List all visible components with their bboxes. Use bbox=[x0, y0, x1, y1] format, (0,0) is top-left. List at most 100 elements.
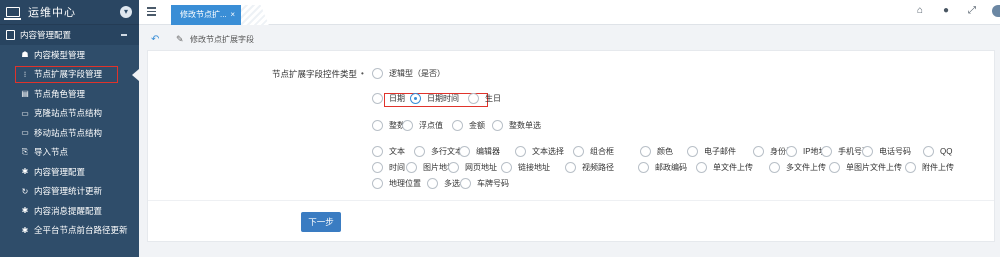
field-type-option[interactable]: 网页地址 bbox=[448, 162, 497, 173]
radio-button[interactable] bbox=[565, 162, 576, 173]
radio-button[interactable] bbox=[821, 146, 832, 157]
radio-button[interactable] bbox=[402, 120, 413, 131]
field-type-option[interactable]: 电话号码 bbox=[862, 146, 911, 157]
expand-icon[interactable]: ⤢ bbox=[966, 5, 978, 17]
field-type-option[interactable]: 地理位置 bbox=[372, 178, 421, 189]
radio-button[interactable] bbox=[372, 120, 383, 131]
radio-button[interactable] bbox=[452, 120, 463, 131]
radio-button[interactable] bbox=[829, 162, 840, 173]
field-type-option[interactable]: 邮政编码 bbox=[638, 162, 687, 173]
radio-button[interactable] bbox=[769, 162, 780, 173]
field-type-option[interactable]: 多选 bbox=[427, 178, 460, 189]
radio-button[interactable] bbox=[905, 162, 916, 173]
radio-button[interactable] bbox=[573, 146, 584, 157]
radio-button[interactable] bbox=[687, 146, 698, 157]
sidebar-group-label: 内容管理配置 bbox=[20, 30, 72, 40]
radio-button[interactable] bbox=[515, 146, 526, 157]
move-icon: ▭ bbox=[21, 128, 29, 138]
radio-button[interactable] bbox=[492, 120, 503, 131]
minus-icon bbox=[121, 34, 127, 36]
field-type-option[interactable]: 单文件上传 bbox=[696, 162, 753, 173]
refresh-icon: ↻ bbox=[21, 186, 29, 196]
sidebar-item[interactable]: ↻ 内容管理统计更新 bbox=[0, 182, 139, 202]
radio-button[interactable] bbox=[468, 93, 479, 104]
radio-button[interactable] bbox=[786, 146, 797, 157]
option-label: 生日 bbox=[485, 94, 501, 103]
option-label: 网页地址 bbox=[465, 163, 497, 172]
sidebar-item-label: 克隆站点节点结构 bbox=[34, 108, 103, 119]
collapse-toggle-icon[interactable]: ▾ bbox=[120, 6, 132, 18]
back-arrow-icon[interactable]: ↶ bbox=[151, 34, 163, 45]
field-type-option[interactable]: 组合框 bbox=[573, 146, 614, 157]
sidebar-item[interactable]: ⁝ 节点扩展字段管理 bbox=[0, 65, 139, 85]
field-type-option[interactable]: 浮点值 bbox=[402, 120, 443, 131]
radio-button[interactable] bbox=[501, 162, 512, 173]
radio-button[interactable] bbox=[448, 162, 459, 173]
sidebar-item[interactable]: ✱ 全平台节点前台路径更新 bbox=[0, 221, 139, 241]
field-type-option[interactable]: 多行文本 bbox=[414, 146, 463, 157]
field-type-option[interactable]: 多文件上传 bbox=[769, 162, 826, 173]
radio-button[interactable] bbox=[459, 146, 470, 157]
option-label: 浮点值 bbox=[419, 121, 443, 130]
radio-button[interactable] bbox=[372, 93, 383, 104]
field-type-option[interactable]: 单图片文件上传 bbox=[829, 162, 902, 173]
option-label: 时间 bbox=[389, 163, 405, 172]
next-button[interactable]: 下一步 bbox=[301, 212, 341, 232]
radio-button[interactable] bbox=[923, 146, 934, 157]
field-type-option[interactable]: 编辑器 bbox=[459, 146, 500, 157]
user-avatar-icon[interactable] bbox=[992, 5, 1000, 17]
field-type-option[interactable]: 附件上传 bbox=[905, 162, 954, 173]
field-type-option[interactable]: 整数单选 bbox=[492, 120, 541, 131]
field-type-option[interactable]: 整数 bbox=[372, 120, 405, 131]
radio-button[interactable] bbox=[427, 178, 438, 189]
field-type-option[interactable]: 生日 bbox=[468, 93, 501, 104]
radio-button[interactable] bbox=[640, 146, 651, 157]
sidebar-item[interactable]: ▤ 节点角色管理 bbox=[0, 84, 139, 104]
radio-button[interactable] bbox=[753, 146, 764, 157]
radio-button[interactable] bbox=[406, 162, 417, 173]
radio-button[interactable] bbox=[410, 93, 421, 104]
option-label: 单图片文件上传 bbox=[846, 163, 902, 172]
field-type-option[interactable]: 视频路径 bbox=[565, 162, 614, 173]
sidebar-group-content-config[interactable]: 内容管理配置 bbox=[0, 25, 139, 45]
app-window: 运维中心 ▾ 内容管理配置 ☗ 内容模型管理 ⁝ 节点扩展字段管理 ▤ 节点角色管理 ▭ 克隆… bbox=[0, 0, 1000, 257]
sidebar-item[interactable]: ⎘ 导入节点 bbox=[0, 143, 139, 163]
radio-button[interactable] bbox=[372, 68, 383, 79]
menu-toggle-icon[interactable] bbox=[147, 7, 156, 18]
option-label: QQ bbox=[940, 147, 953, 156]
field-type-option[interactable]: 逻辑型（是否） bbox=[372, 68, 445, 79]
sidebar-item[interactable]: ☗ 内容模型管理 bbox=[0, 45, 139, 65]
tab-label: 修改节点扩... bbox=[180, 10, 227, 19]
radio-button[interactable] bbox=[372, 178, 383, 189]
option-label: 编辑器 bbox=[476, 147, 500, 156]
sidebar-item[interactable]: ✱ 内容管理配置 bbox=[0, 162, 139, 182]
field-type-option[interactable]: 电子邮件 bbox=[687, 146, 736, 157]
radio-button[interactable] bbox=[460, 178, 471, 189]
sidebar-item[interactable]: ✱ 内容消息提醒配置 bbox=[0, 201, 139, 221]
field-type-option[interactable]: QQ bbox=[923, 146, 952, 157]
field-type-option[interactable]: 车牌号码 bbox=[460, 178, 509, 189]
field-type-option[interactable]: 金额 bbox=[452, 120, 485, 131]
radio-button[interactable] bbox=[372, 162, 383, 173]
radio-button[interactable] bbox=[372, 146, 383, 157]
chat-icon[interactable]: ● bbox=[940, 5, 952, 17]
sidebar-item[interactable]: ▭ 移动站点节点结构 bbox=[0, 123, 139, 143]
field-type-option[interactable]: 文本 bbox=[372, 146, 405, 157]
field-type-option[interactable]: 文本选择 bbox=[515, 146, 564, 157]
option-label: 单文件上传 bbox=[713, 163, 753, 172]
field-type-option[interactable]: 时间 bbox=[372, 162, 405, 173]
field-type-option[interactable]: 颜色 bbox=[640, 146, 673, 157]
field-type-option[interactable]: 日期 bbox=[372, 93, 405, 104]
radio-button[interactable] bbox=[696, 162, 707, 173]
sidebar-item-label: 内容消息提醒配置 bbox=[34, 205, 103, 216]
tab-edit-node-field[interactable]: 修改节点扩... × bbox=[171, 5, 241, 25]
option-label: 整数单选 bbox=[509, 121, 541, 130]
radio-button[interactable] bbox=[862, 146, 873, 157]
tab-close-icon[interactable]: × bbox=[230, 5, 235, 25]
sidebar-item[interactable]: ▭ 克隆站点节点结构 bbox=[0, 104, 139, 124]
field-type-option[interactable]: 链接地址 bbox=[501, 162, 550, 173]
field-type-option[interactable]: 日期时间 bbox=[410, 93, 459, 104]
radio-button[interactable] bbox=[638, 162, 649, 173]
home-icon[interactable]: ⌂ bbox=[914, 5, 926, 17]
radio-button[interactable] bbox=[414, 146, 425, 157]
